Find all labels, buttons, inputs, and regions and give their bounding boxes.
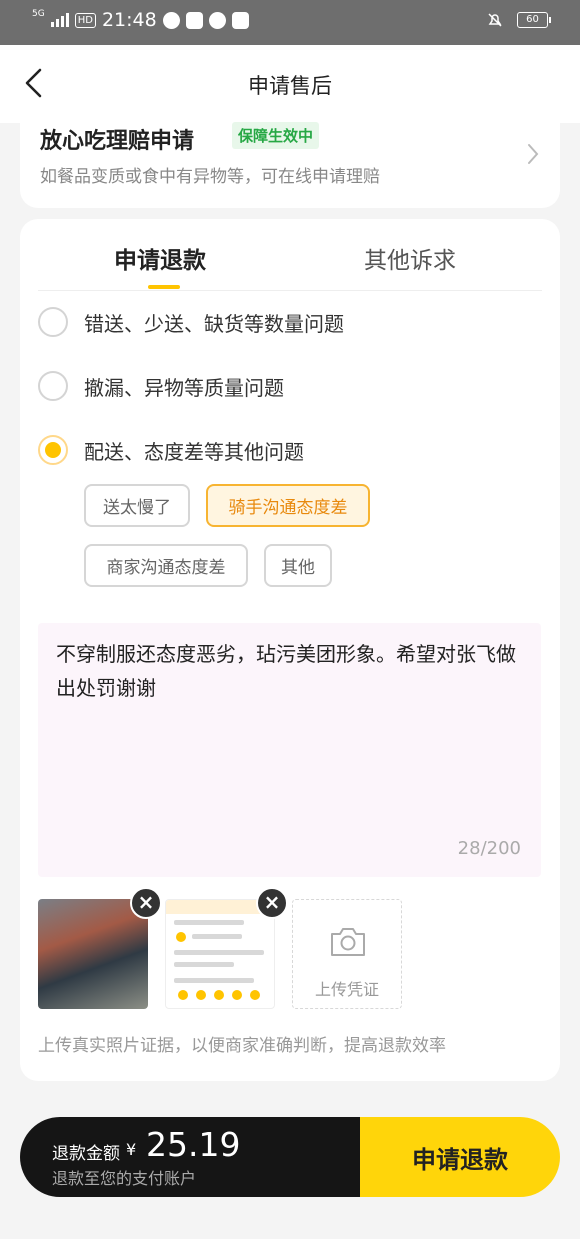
upload-hint: 上传真实照片证据，以便商家准确判断，提高退款效率 <box>38 1036 446 1056</box>
description-text: 不穿制服还态度恶劣，玷污美团形象。希望对张飞做出处罚谢谢 <box>56 642 516 700</box>
mail-icon <box>231 11 249 29</box>
status-time: 21:48 <box>101 9 157 31</box>
notification-app-icon <box>185 11 203 29</box>
tab-other-requests[interactable]: 其他诉求 <box>364 241 456 275</box>
battery-icon: 60 <box>517 12 551 28</box>
camera-icon <box>331 928 365 956</box>
remove-photo-icon[interactable]: × <box>130 887 162 919</box>
claim-title: 放心吃理赔申请 <box>40 129 195 154</box>
reason-label: 配送、态度差等其他问题 <box>84 439 304 464</box>
signal-icon <box>50 13 69 27</box>
status-badge: 保障生效中 <box>232 122 320 149</box>
reason-label: 撤漏、异物等质量问题 <box>84 375 284 400</box>
tab-indicator <box>148 285 180 289</box>
tab-refund[interactable]: 申请退款 <box>114 241 206 275</box>
radio-unchecked[interactable] <box>38 371 68 401</box>
network-type: 5G <box>32 8 45 19</box>
uploaded-photo-2[interactable] <box>165 899 275 1009</box>
radio-unchecked[interactable] <box>38 307 68 337</box>
char-counter: 28/200 <box>457 838 521 859</box>
refund-amount-label: 退款金额 <box>52 1144 120 1164</box>
currency-symbol: ¥ <box>126 1140 137 1159</box>
submit-refund-button[interactable]: 申请退款 <box>360 1117 560 1197</box>
upload-evidence-button[interactable]: 上传凭证 <box>292 899 402 1009</box>
reason-option-delivery[interactable]: 配送、态度差等其他问题 <box>38 435 304 465</box>
upload-label: 上传凭证 <box>314 980 379 999</box>
reason-option-quality[interactable]: 撤漏、异物等质量问题 <box>38 371 284 401</box>
chip-rider-attitude[interactable]: 骑手沟通态度差 <box>206 484 370 527</box>
hd-icon: HD <box>74 12 96 28</box>
cloud-icon <box>162 11 180 29</box>
status-bar: 5G HD 21:48 60 <box>0 0 580 45</box>
reason-option-quantity[interactable]: 错送、少送、缺货等数量问题 <box>38 307 344 337</box>
wechat-icon <box>208 11 226 29</box>
remove-photo-icon[interactable]: × <box>256 887 288 919</box>
description-textarea[interactable]: 不穿制服还态度恶劣，玷污美团形象。希望对张飞做出处罚谢谢 28/200 <box>38 623 541 877</box>
claim-subtitle: 如餐品变质或食中有异物等，可在线申请理赔 <box>40 167 380 187</box>
chip-other[interactable]: 其他 <box>264 544 332 587</box>
chip-merchant-attitude[interactable]: 商家沟通态度差 <box>84 544 248 587</box>
refund-destination: 退款至您的支付账户 <box>52 1169 197 1188</box>
claim-card[interactable]: 放心吃理赔申请 保障生效中 如餐品变质或食中有异物等，可在线申请理赔 <box>20 110 560 208</box>
uploaded-photo-1[interactable] <box>38 899 148 1009</box>
radio-checked[interactable] <box>38 435 68 465</box>
page-title: 申请售后 <box>248 74 332 98</box>
mute-icon <box>488 13 502 27</box>
refund-form-card: 申请退款 其他诉求 错送、少送、缺货等数量问题 撤漏、异物等质量问题 配送、态度… <box>20 219 560 1081</box>
bottom-action-bar: 退款金额 ¥ 25.19 退款至您的支付账户 申请退款 <box>20 1117 560 1197</box>
refund-amount: 25.19 <box>146 1125 241 1164</box>
chip-too-slow[interactable]: 送太慢了 <box>84 484 190 527</box>
reason-label: 错送、少送、缺货等数量问题 <box>84 311 344 336</box>
chevron-right-icon <box>528 144 539 164</box>
refund-amount-panel: 退款金额 ¥ 25.19 退款至您的支付账户 <box>20 1117 360 1197</box>
tab-bar: 申请退款 其他诉求 <box>38 219 542 291</box>
